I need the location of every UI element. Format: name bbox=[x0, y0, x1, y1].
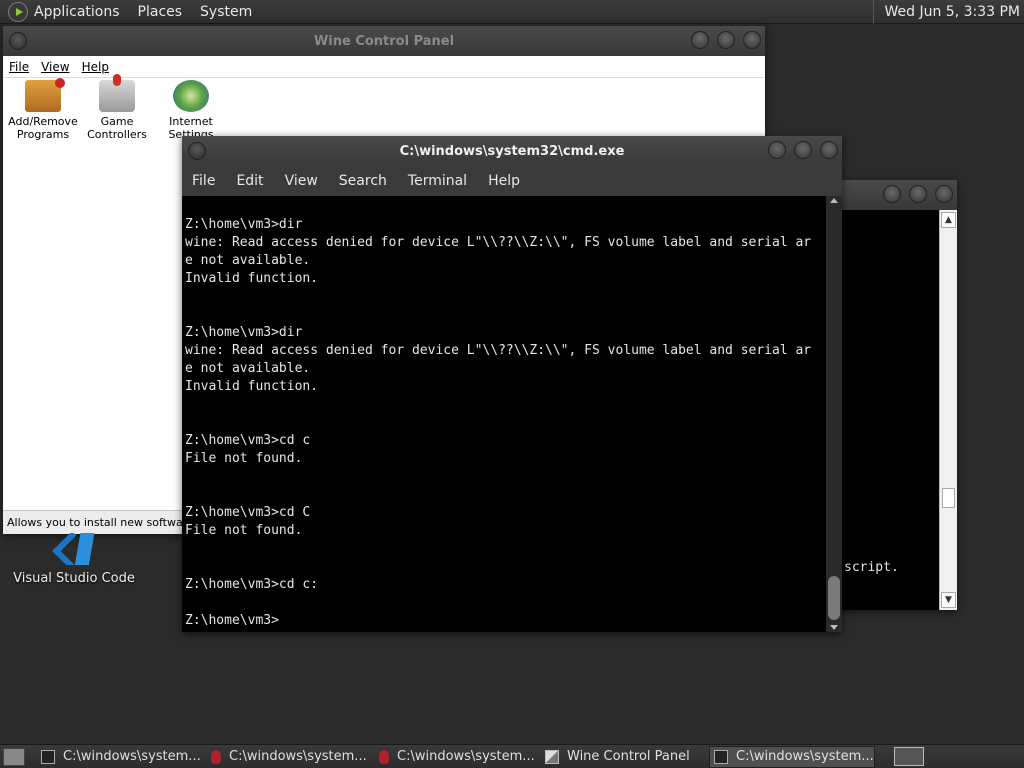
terminal-scrollbar[interactable] bbox=[826, 196, 842, 632]
maximize-button[interactable] bbox=[717, 31, 735, 49]
minimize-button[interactable] bbox=[768, 141, 786, 159]
wine-icon bbox=[211, 749, 221, 764]
terminal-line: Invalid function. bbox=[185, 379, 319, 394]
terminal-line: e not available. bbox=[185, 253, 311, 268]
show-desktop-icon[interactable] bbox=[3, 747, 25, 766]
cmd-titlebar[interactable]: C:\windows\system32\cmd.exe bbox=[182, 136, 842, 166]
cmd-window: C:\windows\system32\cmd.exe File Edit Vi… bbox=[182, 136, 842, 632]
taskbar-button-label: C:\windows\system... bbox=[397, 749, 535, 764]
applet-label: Game bbox=[100, 115, 134, 128]
wine-icon bbox=[379, 749, 389, 764]
terminal-line: Z:\home\vm3>cd c bbox=[185, 433, 311, 448]
taskbar-button-label: C:\windows\system... bbox=[736, 749, 874, 764]
taskbar-button[interactable]: Wine Control Panel bbox=[541, 746, 707, 768]
bottom-taskbar: C:\windows\system... C:\windows\system...… bbox=[0, 744, 1024, 768]
menu-help[interactable]: Help bbox=[82, 60, 109, 74]
applet-label: Internet bbox=[169, 115, 213, 128]
background-window-scrollbar[interactable]: ▲ ▼ bbox=[939, 210, 957, 610]
terminal-line: Z:\home\vm3>dir bbox=[185, 217, 303, 232]
top-panel: Applications Places System Wed Jun 5, 3:… bbox=[0, 0, 1024, 24]
terminal-line: Z:\home\vm3> bbox=[185, 613, 279, 628]
maximize-button[interactable] bbox=[909, 185, 927, 203]
places-menu[interactable]: Places bbox=[138, 4, 183, 20]
game-controllers-icon bbox=[99, 74, 135, 112]
close-button[interactable] bbox=[743, 31, 761, 49]
maximize-button[interactable] bbox=[794, 141, 812, 159]
terminal-line: File not found. bbox=[185, 523, 303, 538]
cmd-menubar: File Edit View Search Terminal Help bbox=[182, 166, 842, 196]
taskbar-button[interactable]: C:\windows\system... bbox=[373, 746, 539, 768]
vscode-icon bbox=[52, 533, 96, 565]
taskbar-button-label: C:\windows\system... bbox=[63, 749, 201, 764]
terminal-line: wine: Read access denied for device L"\\… bbox=[185, 235, 812, 250]
window-menu-icon[interactable] bbox=[188, 142, 206, 160]
taskbar-button[interactable]: C:\windows\system... bbox=[205, 746, 371, 768]
applications-menu[interactable]: Applications bbox=[34, 4, 120, 20]
terminal-line: wine: Read access denied for device L"\\… bbox=[185, 343, 812, 358]
desktop-icon-label: Visual Studio Code bbox=[13, 571, 135, 586]
terminal-line: e not available. bbox=[185, 361, 311, 376]
applet-game-controllers[interactable]: Game Controllers bbox=[77, 74, 157, 141]
control-panel-icon bbox=[545, 749, 559, 764]
menu-file[interactable]: File bbox=[9, 60, 29, 74]
window-menu-icon[interactable] bbox=[9, 32, 27, 50]
desktop-icon-vscode[interactable]: Visual Studio Code bbox=[10, 533, 138, 586]
clock[interactable]: Wed Jun 5, 3:33 PM bbox=[873, 0, 1020, 24]
taskbar-button-label: Wine Control Panel bbox=[567, 749, 690, 764]
system-menu[interactable]: System bbox=[200, 4, 252, 20]
cmd-window-title: C:\windows\system32\cmd.exe bbox=[399, 143, 625, 159]
scroll-down-arrow-icon[interactable] bbox=[830, 625, 838, 630]
menu-file[interactable]: File bbox=[192, 173, 215, 189]
terminal-line: Z:\home\vm3>dir bbox=[185, 325, 303, 340]
menu-terminal[interactable]: Terminal bbox=[408, 173, 467, 189]
taskbar-button[interactable]: C:\windows\system... bbox=[37, 746, 203, 768]
scroll-down-arrow-icon[interactable]: ▼ bbox=[941, 592, 956, 608]
cmd-icon bbox=[714, 749, 728, 764]
add-remove-programs-icon bbox=[25, 78, 65, 112]
internet-settings-icon bbox=[173, 80, 209, 112]
applet-label: Programs bbox=[16, 128, 70, 141]
menu-view[interactable]: View bbox=[41, 60, 69, 74]
applet-label: Add/Remove bbox=[8, 115, 78, 128]
minimize-button[interactable] bbox=[691, 31, 709, 49]
applet-add-remove-programs[interactable]: Add/Remove Programs bbox=[3, 78, 83, 141]
applet-label: Controllers bbox=[87, 128, 147, 141]
scroll-up-arrow-icon[interactable] bbox=[830, 198, 838, 203]
applet-internet-settings[interactable]: Internet Settings bbox=[151, 78, 231, 141]
minimize-button[interactable] bbox=[883, 185, 901, 203]
terminal-line: Z:\home\vm3>cd c: bbox=[185, 577, 319, 592]
close-button[interactable] bbox=[820, 141, 838, 159]
scrollbar-thumb[interactable] bbox=[828, 576, 840, 620]
task-list: C:\windows\system... C:\windows\system...… bbox=[37, 745, 877, 768]
terminal-line: Invalid function. bbox=[185, 271, 319, 286]
scroll-up-arrow-icon[interactable]: ▲ bbox=[941, 212, 956, 228]
menu-help[interactable]: Help bbox=[488, 173, 520, 189]
control-panel-titlebar[interactable]: Wine Control Panel bbox=[3, 26, 765, 56]
close-button[interactable] bbox=[935, 185, 953, 203]
background-window-text: script. bbox=[844, 560, 899, 575]
taskbar-button-label: C:\windows\system... bbox=[229, 749, 367, 764]
menu-search[interactable]: Search bbox=[339, 173, 387, 189]
terminal-line: Z:\home\vm3>cd C bbox=[185, 505, 311, 520]
terminal-output[interactable]: Z:\home\vm3>dir wine: Read access denied … bbox=[182, 196, 826, 632]
main-menu-logo-icon[interactable] bbox=[8, 1, 28, 22]
scrollbar-thumb[interactable] bbox=[942, 488, 955, 508]
terminal-line: File not found. bbox=[185, 451, 303, 466]
menu-view[interactable]: View bbox=[285, 173, 318, 189]
taskbar-button[interactable]: C:\windows\system... bbox=[709, 745, 875, 768]
workspace-switcher[interactable] bbox=[894, 747, 924, 766]
control-panel-title: Wine Control Panel bbox=[313, 33, 455, 49]
menu-edit[interactable]: Edit bbox=[236, 173, 263, 189]
cmd-icon bbox=[41, 749, 55, 764]
